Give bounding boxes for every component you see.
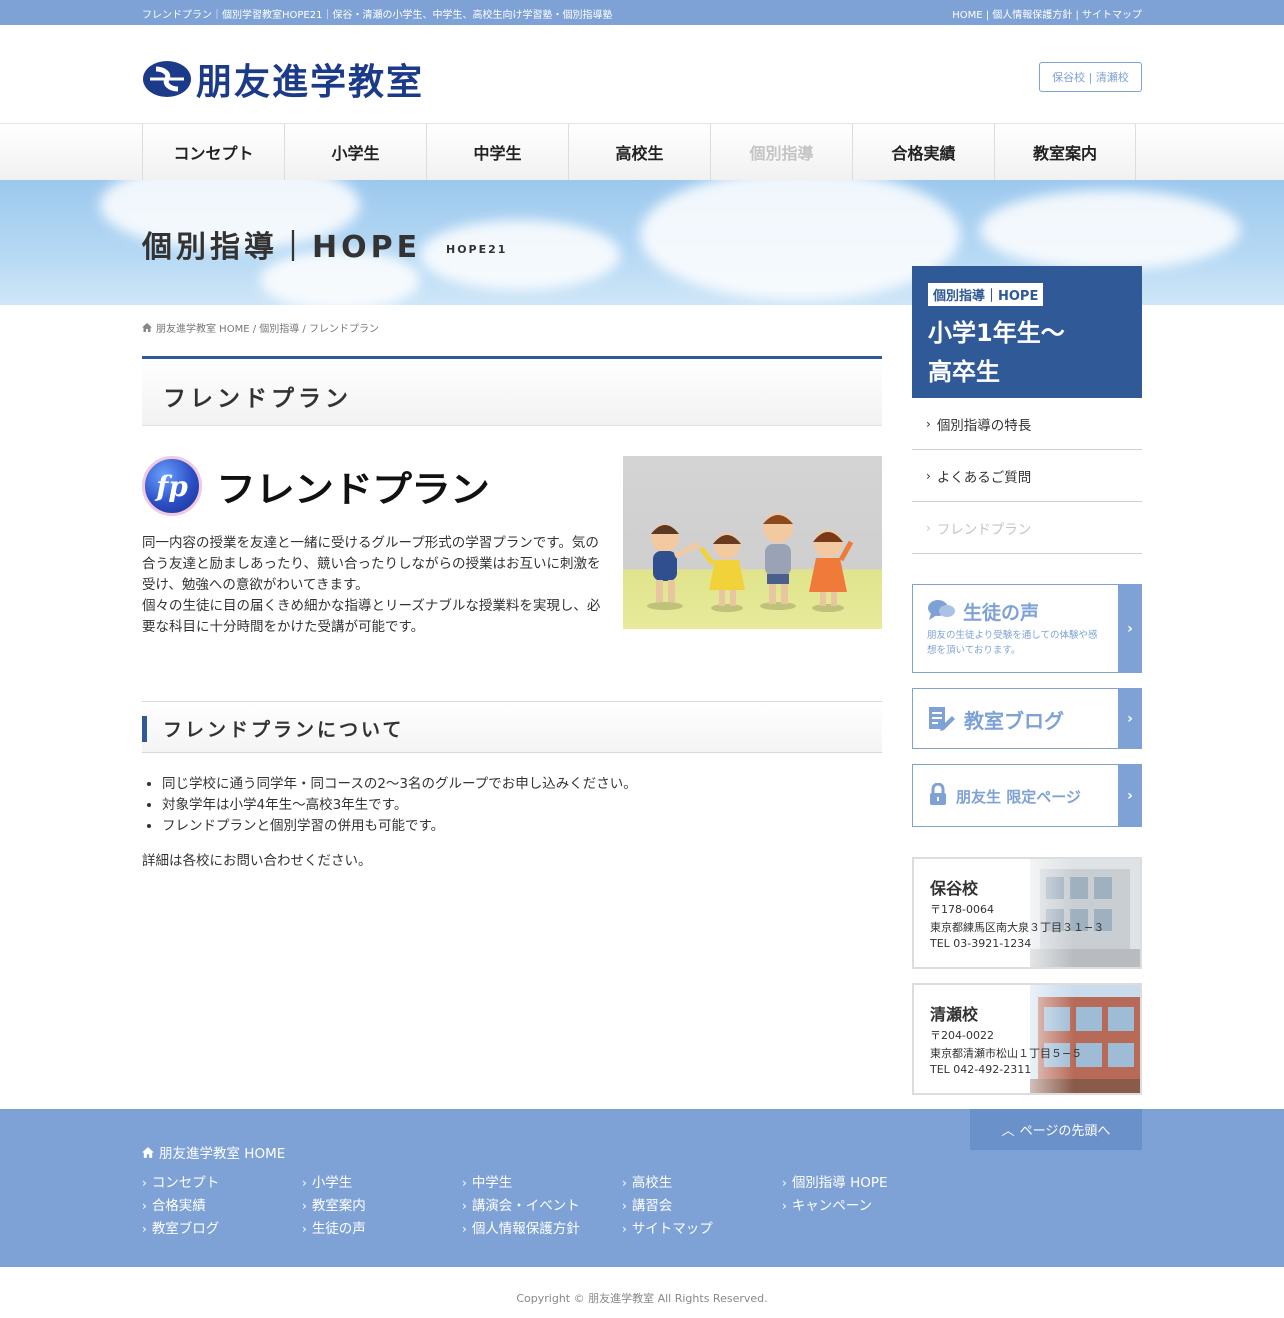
- school-name: 保谷校: [930, 879, 979, 898]
- breadcrumb: 朋友進学教室 HOME / 個別指導 / フレンドプラン: [142, 320, 379, 335]
- lock-icon: [930, 783, 946, 805]
- site-logo[interactable]: 朋友進学教室: [142, 56, 425, 103]
- fp-logo-text: フレンドプラン: [216, 468, 490, 511]
- page-top-button[interactable]: ︿ ページの先頭へ: [970, 1109, 1142, 1150]
- classroom-blog-title: 教室ブログ: [964, 709, 1064, 733]
- fp-logo-icon: fp: [142, 456, 202, 516]
- intro-text: 同一内容の授業を友達と一緒に受けるグループ形式の学習プランです。気の合う友達と励…: [142, 533, 602, 638]
- chevron-right-icon: ›: [1118, 764, 1142, 827]
- chevron-up-icon: ︿: [1001, 1124, 1015, 1139]
- footer-link[interactable]: › コンセプト: [142, 1171, 219, 1191]
- kids-figures-image: [623, 456, 882, 629]
- contact-note: 詳細は各校にお問い合わせください。: [142, 853, 372, 869]
- schools-button[interactable]: 保谷校 | 清瀬校: [1039, 62, 1142, 92]
- page-title: フレンドプラン: [163, 386, 352, 412]
- student-voice-banner[interactable]: 生徒の声 朋友の生徒より受験を通しての体験や感想を頂いております。 ›: [912, 584, 1142, 673]
- school-card-hoya[interactable]: 保谷校 〒178-0064 東京都練馬区南大泉３丁目３１−３ TEL 03-39…: [912, 857, 1142, 969]
- home-icon: [142, 1146, 154, 1158]
- footer-link[interactable]: › サイトマップ: [622, 1217, 713, 1237]
- footer-link[interactable]: › 講習会: [622, 1194, 672, 1214]
- list-item: 対象学年は小学4年生〜高校3年生です。: [162, 795, 637, 816]
- home-icon: [142, 323, 152, 332]
- footer-link[interactable]: › 中学生: [462, 1171, 512, 1191]
- logo-mark-icon: [143, 61, 191, 97]
- school-name: 清瀬校: [930, 1005, 979, 1024]
- list-item: フレンドプランと個別学習の併用も可能です。: [162, 816, 637, 837]
- sidebar-header-box: 個別指導｜HOPE 小学1年生〜 高卒生: [912, 266, 1142, 398]
- edit-document-icon: [929, 707, 955, 731]
- sidebar-item-friend-plan[interactable]: › フレンドプラン: [912, 502, 1142, 554]
- school-card-kiyose[interactable]: 清瀬校 〒204-0022 東京都清瀬市松山１丁目５−５ TEL 042-492…: [912, 983, 1142, 1095]
- sidebar-tag: 個別指導｜HOPE: [928, 283, 1044, 306]
- sidebar-item-faq[interactable]: › よくあるご質問: [912, 450, 1142, 502]
- footer-link[interactable]: › 生徒の声: [302, 1217, 366, 1237]
- sidebar-item-label: 個別指導の特長: [936, 417, 1032, 434]
- nav-item-classroom-info[interactable]: 教室案内: [994, 124, 1136, 180]
- breadcrumb-text[interactable]: 朋友進学教室 HOME / 個別指導 / フレンドプラン: [156, 320, 379, 335]
- footer-link[interactable]: › 小学生: [302, 1171, 352, 1191]
- logo-text: 朋友進学教室: [196, 62, 425, 103]
- sidebar-item-features[interactable]: › 個別指導の特長: [912, 398, 1142, 450]
- footer-link[interactable]: › 合格実績: [142, 1194, 206, 1214]
- nav-item-individual[interactable]: 個別指導: [710, 124, 852, 180]
- chevron-right-icon: ›: [926, 520, 931, 535]
- sidebar-target-grades: 小学1年生〜 高卒生: [928, 314, 1065, 392]
- footer-link[interactable]: › 高校生: [622, 1171, 672, 1191]
- sidebar-item-label: よくあるご質問: [936, 469, 1032, 486]
- sidebar-item-label: フレンドプラン: [936, 521, 1032, 538]
- section-heading-bar: [142, 716, 147, 742]
- section-heading: フレンドプランについて: [142, 701, 882, 753]
- chevron-right-icon: ›: [1118, 584, 1142, 673]
- nav-item-results[interactable]: 合格実績: [852, 124, 994, 180]
- page-top-label: ページの先頭へ: [1019, 1124, 1111, 1139]
- sidebar-target-line: 小学1年生〜: [928, 319, 1065, 347]
- footer-link[interactable]: › キャンペーン: [782, 1194, 872, 1214]
- footer-link[interactable]: › 講演会・イベント: [462, 1194, 580, 1214]
- footer-link[interactable]: › 個人情報保護方針: [462, 1217, 580, 1237]
- section-title: フレンドプランについて: [163, 719, 405, 741]
- sidebar-menu: › 個別指導の特長 › よくあるご質問 › フレンドプラン: [912, 398, 1142, 554]
- footer-home-label: 朋友進学教室 HOME: [159, 1146, 286, 1162]
- site-description: フレンドプラン｜個別学習教室HOPE21｜保谷・清瀬の小学生、中学生、高校生向け…: [142, 10, 613, 21]
- student-voice-desc: 朋友の生徒より受験を通しての体験や感想を頂いております。: [927, 630, 1098, 656]
- school-tel: TEL 042-492-2311: [930, 1063, 1032, 1076]
- hero-title: 個別指導｜HOPE: [142, 230, 422, 265]
- student-voice-title: 生徒の声: [963, 602, 1040, 624]
- footer-home-link[interactable]: 朋友進学教室 HOME: [142, 1142, 285, 1162]
- chevron-right-icon: ›: [1118, 688, 1142, 749]
- top-links[interactable]: HOME | 個人情報保護方針 | サイトマップ: [952, 6, 1142, 21]
- nav-item-high-school[interactable]: 高校生: [568, 124, 710, 180]
- page-title-box: フレンドプラン: [142, 356, 882, 426]
- sidebar-target-line: 高卒生: [928, 358, 1000, 386]
- chevron-right-icon: ›: [926, 416, 931, 431]
- school-zip: 〒204-0022: [930, 1029, 994, 1042]
- global-nav: コンセプト 小学生 中学生 高校生 個別指導 合格実績 教室案内: [0, 123, 1284, 180]
- conditions-list: 同じ学校に通う同学年・同コースの2〜3名のグループでお申し込みください。 対象学…: [162, 774, 637, 837]
- nav-item-elementary[interactable]: 小学生: [284, 124, 426, 180]
- hero-subtitle: HOPE21: [446, 243, 508, 256]
- list-item: 同じ学校に通う同学年・同コースの2〜3名のグループでお申し込みください。: [162, 774, 637, 795]
- footer-link[interactable]: › 個別指導 HOPE: [782, 1171, 888, 1191]
- speech-bubble-icon: [928, 600, 955, 620]
- school-address: 東京都練馬区南大泉３丁目３１−３: [930, 921, 1105, 934]
- intro-paragraph: 同一内容の授業を友達と一緒に受けるグループ形式の学習プランです。気の合う友達と励…: [142, 535, 601, 593]
- copyright: Copyright © 朋友進学教室 All Rights Reserved.: [516, 1292, 768, 1305]
- members-page-banner[interactable]: 朋友生 限定ページ ›: [912, 764, 1142, 827]
- footer-link[interactable]: › 教室案内: [302, 1194, 366, 1214]
- friend-plan-logo: fp フレンドプラン: [142, 456, 490, 516]
- school-zip: 〒178-0064: [930, 903, 994, 916]
- intro-paragraph: 個々の生徒に目の届くきめ細かな指導とリーズナブルな授業料を実現し、必要な科目に十…: [142, 598, 601, 635]
- nav-item-junior-high[interactable]: 中学生: [426, 124, 568, 180]
- top-bar: フレンドプラン｜個別学習教室HOPE21｜保谷・清瀬の小学生、中学生、高校生向け…: [0, 0, 1284, 25]
- school-address: 東京都清瀬市松山１丁目５−５: [930, 1047, 1083, 1060]
- footer-link[interactable]: › 教室ブログ: [142, 1217, 219, 1237]
- classroom-blog-banner[interactable]: 教室ブログ ›: [912, 688, 1142, 749]
- nav-item-concept[interactable]: コンセプト: [142, 124, 284, 180]
- chevron-right-icon: ›: [926, 468, 931, 483]
- members-page-title: 朋友生 限定ページ: [956, 788, 1081, 806]
- school-tel: TEL 03-3921-1234: [930, 937, 1032, 950]
